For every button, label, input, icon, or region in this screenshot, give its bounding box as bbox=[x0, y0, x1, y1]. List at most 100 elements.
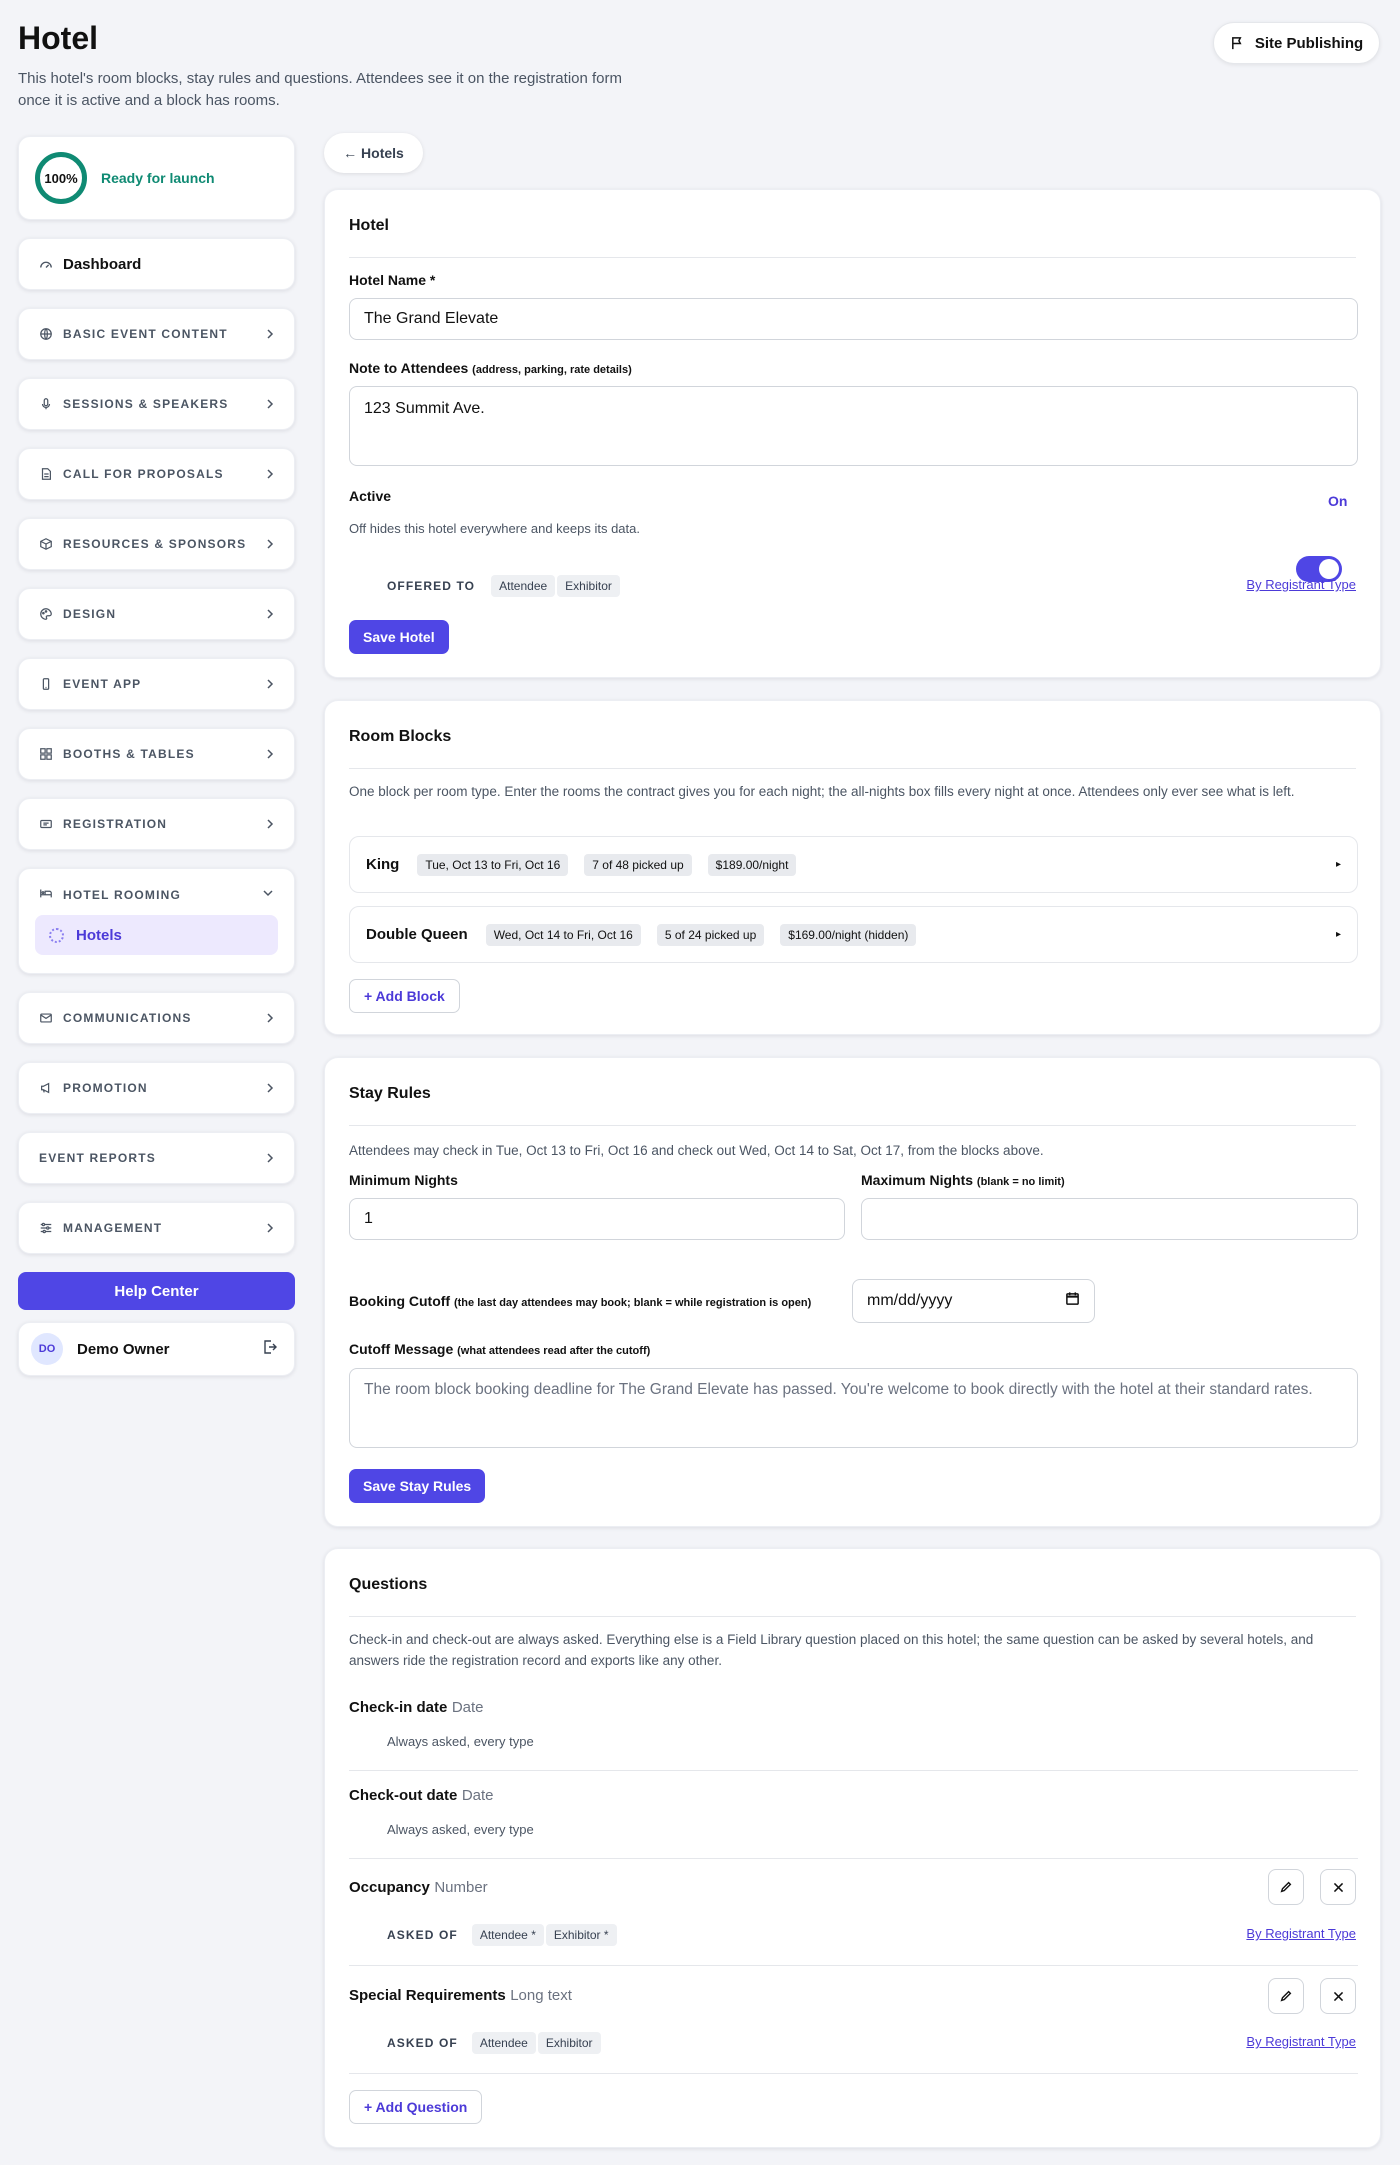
sidebar-item-event-reports[interactable]: EVENT REPORTS bbox=[18, 1132, 295, 1184]
page-description: This hotel's room blocks, stay rules and… bbox=[18, 70, 623, 109]
sidebar-item-booths-tables[interactable]: BOOTHS & TABLES bbox=[18, 728, 295, 780]
note-label: Note to Attendees (address, parking, rat… bbox=[349, 360, 632, 376]
page-title: Hotel bbox=[18, 20, 98, 56]
question-row: Special Requirements Long text bbox=[349, 1987, 1358, 2005]
cutoff-message-hint: (what attendees read after the cutoff) bbox=[457, 1345, 651, 1357]
sidebar-item-event-app[interactable]: EVENT APP bbox=[18, 658, 295, 710]
microphone-icon bbox=[39, 397, 53, 411]
question-type: Date bbox=[451, 1699, 484, 1716]
note-textarea[interactable]: 123 Summit Ave. bbox=[349, 386, 1358, 466]
min-nights-input[interactable]: 1 bbox=[349, 1198, 845, 1240]
note-label-text: Note to Attendees bbox=[349, 360, 469, 376]
question-type: Date bbox=[461, 1787, 494, 1804]
add-block-button[interactable]: + Add Block bbox=[349, 979, 460, 1013]
divider bbox=[349, 2073, 1358, 2074]
remove-question-button[interactable] bbox=[1320, 1978, 1356, 2014]
sidebar: 100% Ready for launch Dashboard BASIC EV… bbox=[18, 136, 295, 1376]
question-note: Always asked, every type bbox=[387, 1734, 534, 1749]
divider bbox=[349, 1858, 1358, 1859]
cutoff-message-textarea[interactable]: The room block booking deadline for The … bbox=[349, 1368, 1358, 1448]
asked-of-row: ASKED OF Attendee Exhibitor bbox=[387, 2032, 607, 2054]
sidebar-item-hotel-rooming[interactable]: HOTEL ROOMING bbox=[35, 869, 278, 921]
block-rate: $189.00/night bbox=[707, 853, 797, 876]
sidebar-item-call-for-proposals[interactable]: CALL FOR PROPOSALS bbox=[18, 448, 295, 500]
user-name: Demo Owner bbox=[77, 1340, 170, 1358]
site-publishing-button[interactable]: Site Publishing bbox=[1213, 22, 1380, 64]
box-icon bbox=[39, 537, 53, 551]
mail-icon bbox=[39, 1011, 53, 1025]
questions-title: Questions bbox=[349, 1549, 1356, 1617]
offered-type-chip: Exhibitor bbox=[557, 575, 620, 597]
sidebar-item-label: BOOTHS & TABLES bbox=[63, 747, 195, 761]
sidebar-item-label: RESOURCES & SPONSORS bbox=[63, 537, 247, 551]
booking-cutoff-date-input[interactable]: mm/dd/yyyy bbox=[852, 1279, 1095, 1323]
globe-icon bbox=[39, 327, 53, 341]
divider bbox=[349, 1965, 1358, 1966]
ticket-icon bbox=[39, 817, 53, 831]
save-hotel-button[interactable]: Save Hotel bbox=[349, 620, 449, 654]
by-registrant-type-link[interactable]: By Registrant Type bbox=[1246, 2034, 1356, 2049]
grid-icon bbox=[39, 747, 53, 761]
logout-icon[interactable] bbox=[262, 1339, 278, 1360]
remove-question-button[interactable] bbox=[1320, 1869, 1356, 1905]
questions-panel: Questions Check-in and check-out are alw… bbox=[324, 1548, 1381, 2148]
max-nights-input[interactable] bbox=[861, 1198, 1358, 1240]
question-type: Number bbox=[434, 1879, 488, 1896]
sidebar-item-sessions-speakers[interactable]: SESSIONS & SPEAKERS bbox=[18, 378, 295, 430]
chevron-down-icon bbox=[262, 886, 274, 904]
sidebar-item-label: SESSIONS & SPEAKERS bbox=[63, 397, 229, 411]
hotel-name-label: Hotel Name * bbox=[349, 272, 436, 288]
back-to-hotels-button[interactable]: ← Hotels bbox=[324, 133, 423, 173]
calendar-icon[interactable] bbox=[1065, 1291, 1080, 1311]
chevron-right-icon bbox=[264, 1152, 276, 1164]
sidebar-item-communications[interactable]: COMMUNICATIONS bbox=[18, 992, 295, 1044]
sidebar-item-label: REGISTRATION bbox=[63, 817, 168, 831]
site-publishing-label: Site Publishing bbox=[1254, 34, 1364, 52]
add-question-button[interactable]: + Add Question bbox=[349, 2090, 483, 2124]
close-icon bbox=[1333, 1991, 1343, 2001]
sidebar-item-design[interactable]: DESIGN bbox=[18, 588, 295, 640]
loading-circle-icon bbox=[49, 927, 64, 943]
save-stay-rules-button[interactable]: Save Stay Rules bbox=[349, 1469, 486, 1503]
question-note: Always asked, every type bbox=[387, 1822, 534, 1837]
room-block-row[interactable]: Double Queen Wed, Oct 14 to Fri, Oct 16 … bbox=[349, 906, 1358, 963]
min-nights-label: Minimum Nights bbox=[349, 1172, 458, 1188]
chevron-right-icon bbox=[264, 818, 276, 830]
sidebar-item-label: BASIC EVENT CONTENT bbox=[63, 327, 228, 341]
edit-question-button[interactable] bbox=[1268, 1869, 1304, 1905]
hotel-name-input[interactable]: The Grand Elevate bbox=[349, 298, 1358, 340]
edit-question-button[interactable] bbox=[1268, 1978, 1304, 2014]
room-block-row[interactable]: King Tue, Oct 13 to Fri, Oct 16 7 of 48 … bbox=[349, 836, 1358, 893]
asked-type-chip: Attendee bbox=[471, 2032, 536, 2054]
sidebar-item-registration[interactable]: REGISTRATION bbox=[18, 798, 295, 850]
sidebar-subitem-hotels[interactable]: Hotels bbox=[35, 915, 278, 955]
by-registrant-type-link[interactable]: By Registrant Type bbox=[1246, 1926, 1356, 1941]
sliders-icon bbox=[39, 1221, 53, 1235]
chevron-right-icon bbox=[264, 608, 276, 620]
megaphone-icon bbox=[39, 1081, 53, 1095]
chevron-right-icon bbox=[264, 748, 276, 760]
sidebar-item-resources-sponsors[interactable]: RESOURCES & SPONSORS bbox=[18, 518, 295, 570]
phone-icon bbox=[39, 677, 53, 691]
sidebar-item-promotion[interactable]: PROMOTION bbox=[18, 1062, 295, 1114]
user-card: DO Demo Owner bbox=[18, 1322, 295, 1376]
date-placeholder: mm/dd/yyyy bbox=[867, 1292, 953, 1309]
sidebar-item-label: HOTEL ROOMING bbox=[63, 888, 182, 902]
caret-right-icon: ▸ bbox=[1335, 859, 1341, 870]
asked-of-row: ASKED OF Attendee * Exhibitor * bbox=[387, 1924, 623, 1946]
booking-cutoff-label: Booking Cutoff (the last day attendees m… bbox=[349, 1293, 811, 1309]
block-name: King bbox=[366, 856, 400, 873]
by-registrant-type-link[interactable]: By Registrant Type bbox=[1246, 577, 1356, 592]
progress-ring: 100% bbox=[35, 152, 87, 204]
chevron-right-icon bbox=[264, 1012, 276, 1024]
stay-rules-title: Stay Rules bbox=[349, 1058, 1356, 1126]
sidebar-item-dashboard[interactable]: Dashboard bbox=[18, 238, 295, 290]
sidebar-item-label: EVENT APP bbox=[63, 677, 142, 691]
sidebar-item-label: Dashboard bbox=[63, 255, 142, 273]
active-state: On bbox=[1328, 493, 1348, 509]
help-center-button[interactable]: Help Center bbox=[18, 1272, 295, 1310]
sidebar-item-basic-event-content[interactable]: BASIC EVENT CONTENT bbox=[18, 308, 295, 360]
sidebar-item-management[interactable]: MANAGEMENT bbox=[18, 1202, 295, 1254]
question-title: Check-in date bbox=[349, 1699, 448, 1716]
room-blocks-title: Room Blocks bbox=[349, 701, 1356, 769]
